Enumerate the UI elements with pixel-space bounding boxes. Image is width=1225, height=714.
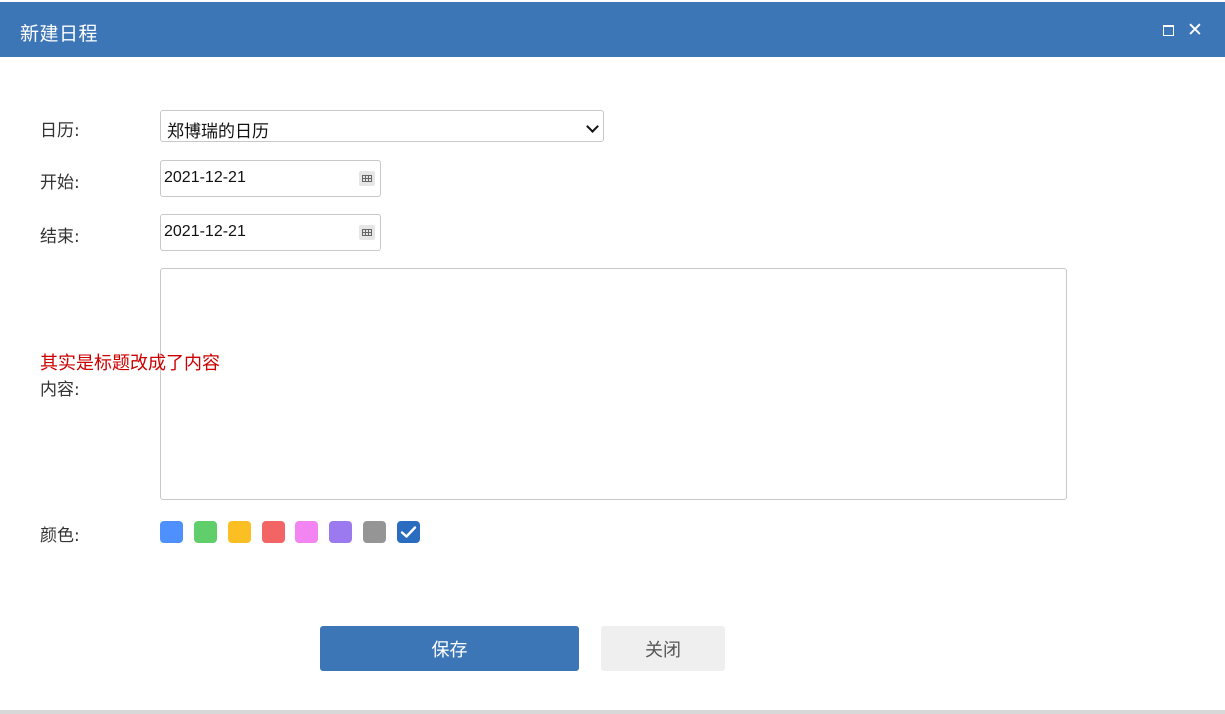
save-button[interactable]: 保存 (320, 626, 579, 671)
calendar-label: 日历: (40, 121, 80, 141)
content-label: 内容: (40, 380, 80, 400)
start-date-value: 2021-12-21 (164, 169, 246, 186)
end-date-field[interactable]: 2021-12-21 (160, 214, 381, 251)
start-label: 开始: (40, 173, 80, 193)
dialog-title: 新建日程 (20, 23, 99, 45)
new-event-dialog: 新建日程 ✕ 日历: 郑博瑞的日历 开始: 2021-12-21 结束: 202… (0, 0, 1225, 710)
close-button[interactable]: 关闭 (601, 626, 725, 671)
calendar-select[interactable]: 郑博瑞的日历 (160, 110, 604, 142)
color-swatch-red[interactable] (262, 521, 285, 543)
calendar-icon[interactable] (359, 171, 375, 186)
calendar-icon[interactable] (359, 225, 375, 240)
start-date-field[interactable]: 2021-12-21 (160, 160, 381, 197)
dialog-titlebar: 新建日程 ✕ (0, 2, 1225, 57)
calendar-select-value: 郑博瑞的日历 (167, 122, 269, 142)
close-icon: ✕ (1187, 18, 1203, 41)
color-swatch-purple[interactable] (329, 521, 352, 543)
content-textarea[interactable] (160, 268, 1067, 500)
color-swatch-yellow[interactable] (228, 521, 251, 543)
color-label: 颜色: (40, 526, 80, 546)
close-dialog-button[interactable]: ✕ (1185, 18, 1205, 42)
end-label: 结束: (40, 227, 80, 247)
annotation-note: 其实是标题改成了内容 (40, 353, 220, 374)
color-swatch-blue[interactable] (160, 521, 183, 543)
color-swatch-pink[interactable] (295, 521, 318, 543)
end-date-value: 2021-12-21 (164, 223, 246, 240)
color-swatch-dark-blue[interactable] (397, 521, 420, 543)
maximize-button[interactable] (1158, 18, 1178, 42)
window-bottom-edge (0, 710, 1225, 714)
maximize-icon (1162, 24, 1174, 36)
chevron-down-icon (586, 120, 599, 133)
color-swatch-gray[interactable] (363, 521, 386, 543)
checkmark-icon (400, 526, 417, 538)
color-swatch-green[interactable] (194, 521, 217, 543)
